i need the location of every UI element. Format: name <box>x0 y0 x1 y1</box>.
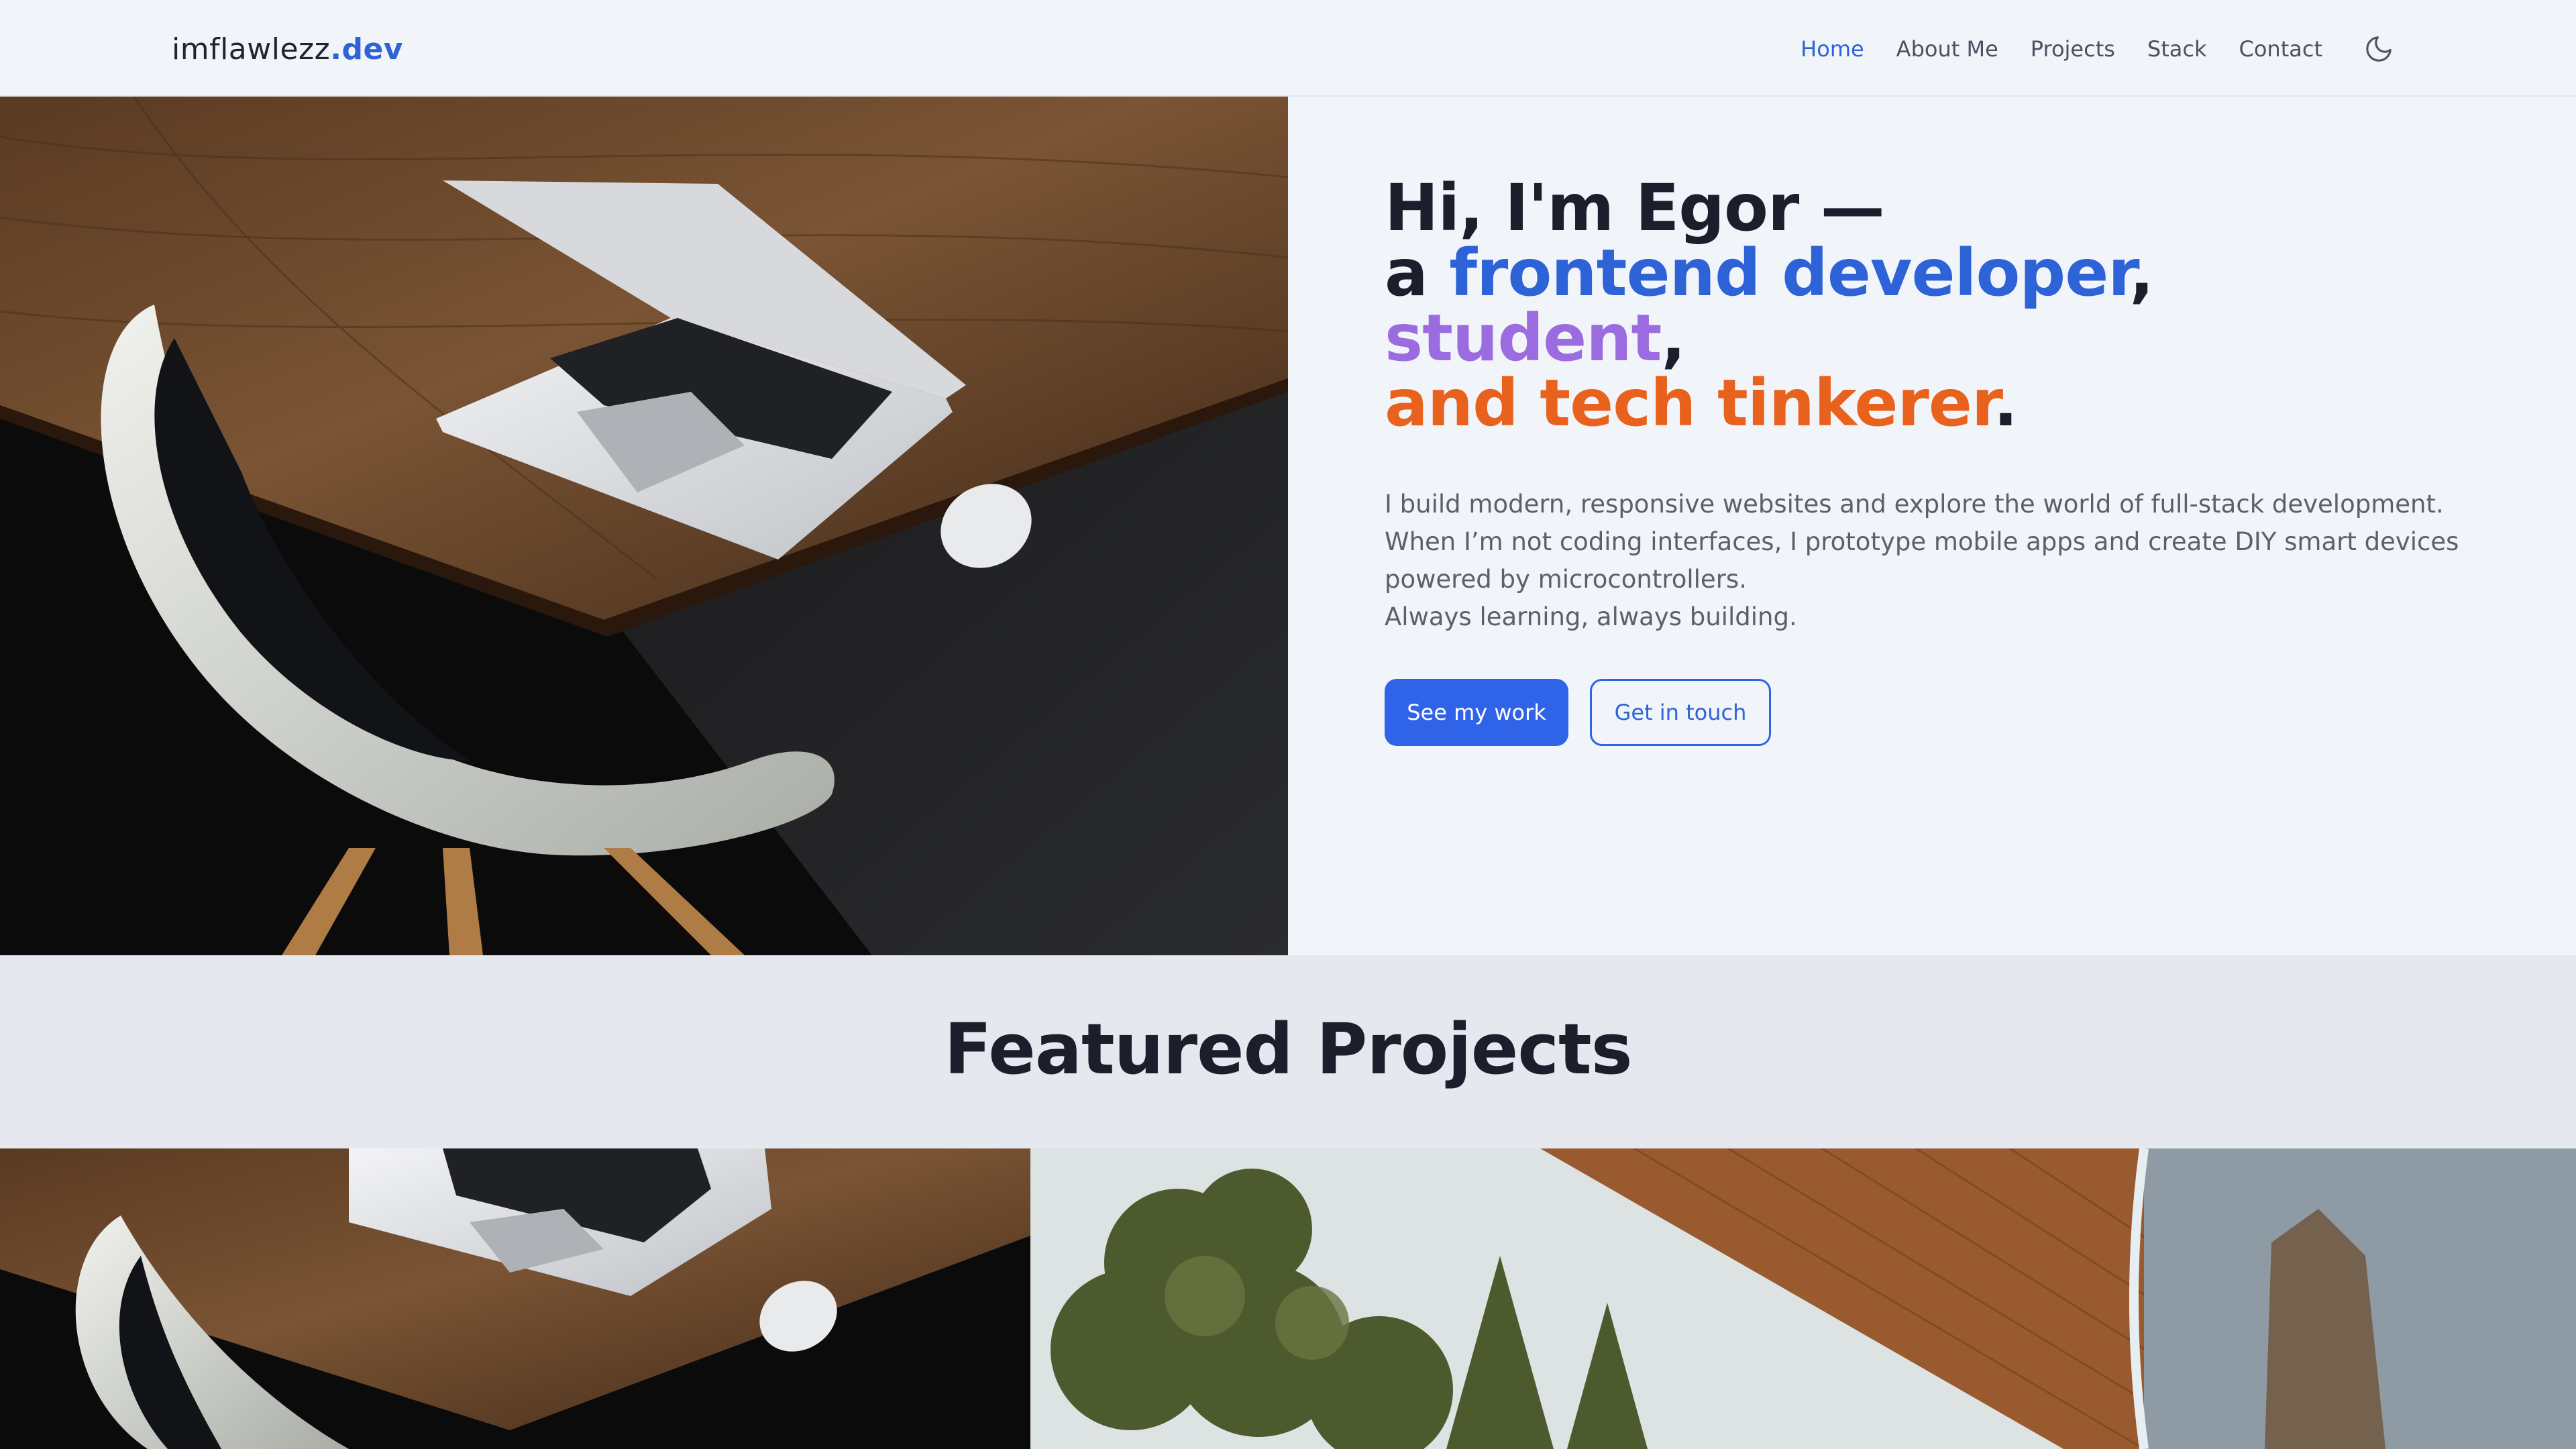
bio-line: powered by microcontrollers. <box>1385 565 1747 594</box>
hero-headline: Hi, I'm Egor — a frontend developer, stude… <box>1385 176 2485 436</box>
brand-name: imflawlezz <box>172 32 331 66</box>
project-thumbnail-desk-photo <box>0 1148 1030 1449</box>
brand-tld: .dev <box>330 32 403 66</box>
moon-icon <box>2366 36 2392 62</box>
get-in-touch-button[interactable]: Get in touch <box>1590 679 1771 746</box>
see-my-work-button[interactable]: See my work <box>1385 679 1568 746</box>
role-tech-tinkerer: and tech tinkerer <box>1385 366 1994 441</box>
project-card[interactable] <box>1030 1148 2576 1449</box>
project-thumbnail-building-photo <box>1030 1148 2576 1449</box>
headline-period: . <box>1993 366 2018 441</box>
nav-link-contact[interactable]: Contact <box>2223 36 2339 62</box>
headline-comma-2: , <box>1661 301 1685 376</box>
hero-bio: I build modern, responsive websites and … <box>1385 486 2485 636</box>
bio-line: When I’m not coding interfaces, I protot… <box>1385 527 2459 556</box>
role-frontend-developer: frontend developer <box>1449 235 2130 311</box>
bio-line: Always learning, always building. <box>1385 602 1797 631</box>
site-logo[interactable]: imflawlezz.dev <box>172 31 403 68</box>
hero-image <box>0 97 1288 955</box>
bio-line: I build modern, responsive websites and … <box>1385 490 2444 519</box>
hero-cta-group: See my work Get in touch <box>1385 679 2485 746</box>
nav-link-home[interactable]: Home <box>1784 36 1880 62</box>
role-student: student <box>1385 301 1662 376</box>
headline-prefix: a <box>1385 235 1450 311</box>
theme-toggle-button[interactable] <box>2359 29 2399 69</box>
nav-link-stack[interactable]: Stack <box>2131 36 2223 62</box>
nav-link-projects[interactable]: Projects <box>2015 36 2131 62</box>
desk-laptop-chair-photo <box>0 97 1288 955</box>
hero-intro: Hi, I'm Egor — a frontend developer, stude… <box>1385 176 2485 746</box>
navbar: imflawlezz.dev Home About Me Projects St… <box>0 0 2576 97</box>
nav-link-about[interactable]: About Me <box>1880 36 2015 62</box>
headline-comma-1: , <box>2129 235 2154 311</box>
main-nav: Home About Me Projects Stack Contact <box>1784 27 2399 71</box>
featured-projects-title: Featured Projects <box>944 1008 1632 1090</box>
project-card[interactable] <box>0 1148 1030 1449</box>
headline-line-1: Hi, I'm Egor — <box>1385 170 1885 246</box>
featured-projects-section: Featured Projects <box>0 955 2576 1148</box>
